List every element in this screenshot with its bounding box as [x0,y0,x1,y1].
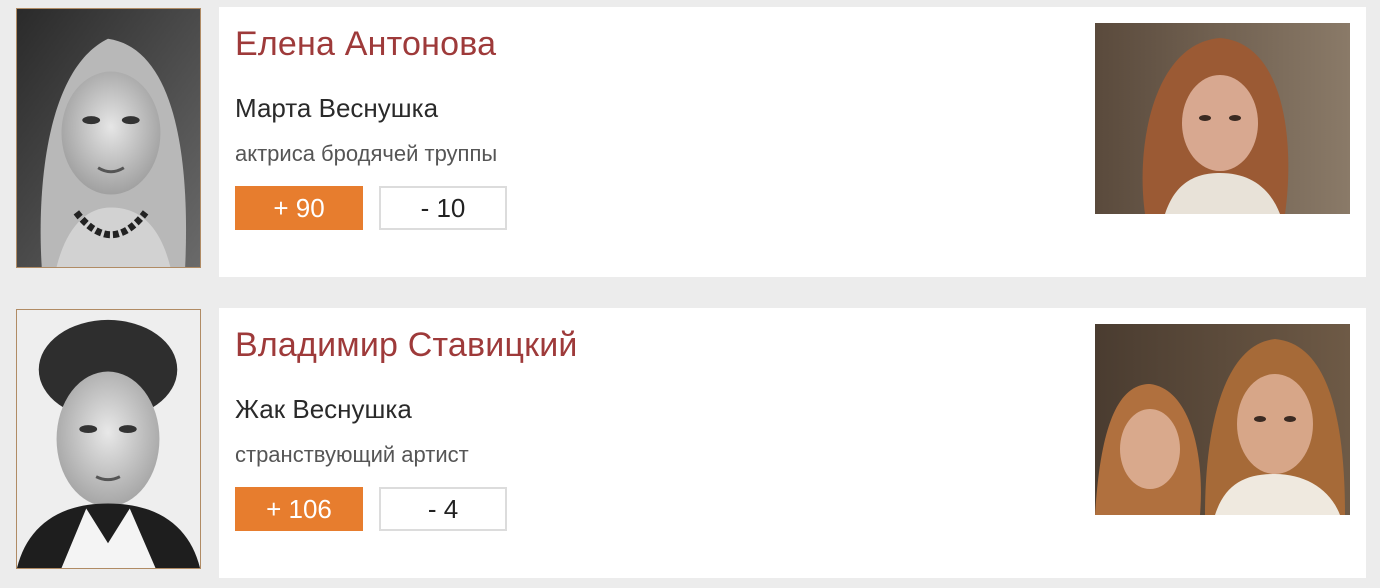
cast-card: Елена Антонова Марта Веснушка актриса бр… [0,7,1380,277]
role-still-image[interactable] [1095,23,1350,214]
role-name: Жак Веснушка [235,394,412,424]
cast-info-panel: Елена Антонова Марта Веснушка актриса бр… [219,7,1366,277]
role-description: актриса бродячей труппы [235,141,498,166]
upvote-button[interactable]: + 90 [235,186,363,230]
actor-name-link[interactable]: Владимир Ставицкий [235,326,578,365]
role-description: странствующий артист [235,442,469,467]
role-name: Марта Веснушка [235,93,439,123]
actor-portrait[interactable] [16,309,201,569]
cast-list: Елена Антонова Марта Веснушка актриса бр… [0,0,1380,588]
upvote-button[interactable]: + 106 [235,487,363,531]
downvote-button[interactable]: - 4 [379,487,507,531]
actor-portrait[interactable] [16,8,201,268]
actor-portrait-image [17,9,200,267]
cast-info-panel: Владимир Ставицкий Жак Веснушка странств… [219,308,1366,578]
role-still-image[interactable] [1095,324,1350,515]
cast-card: Владимир Ставицкий Жак Веснушка странств… [0,308,1380,578]
actor-name-link[interactable]: Елена Антонова [235,25,496,64]
downvote-button[interactable]: - 10 [379,186,507,230]
actor-portrait-image [17,310,200,568]
